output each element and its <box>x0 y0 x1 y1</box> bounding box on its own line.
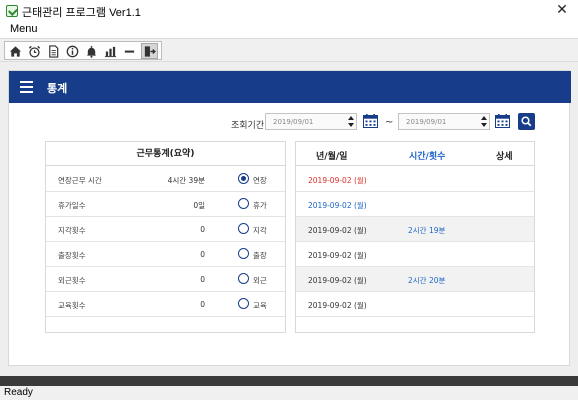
radio-label[interactable]: 휴가 <box>253 200 267 211</box>
status-text: Ready <box>4 387 33 398</box>
column-header-date: 년/월/일 <box>316 152 348 162</box>
summary-label: 연장근무 시간 <box>58 176 102 185</box>
start-date-spinner[interactable] <box>348 115 354 128</box>
minus-icon <box>124 50 135 53</box>
column-header-detail: 상세 <box>496 152 513 162</box>
end-date-spinner[interactable] <box>481 115 487 128</box>
summary-table: 근무통계(요약) 연장근무 시간 4시간 39분 연장 휴가일수 0일 휴가 지… <box>45 141 286 333</box>
radio-label[interactable]: 출장 <box>253 250 267 261</box>
summary-value: 0 <box>200 275 205 284</box>
summary-row: 휴가일수 0일 휴가 <box>46 192 285 217</box>
menu-bar: Menu <box>0 22 578 38</box>
footer-strip <box>0 376 578 386</box>
status-bar: Ready <box>0 376 578 400</box>
radio-late[interactable] <box>238 223 249 234</box>
end-date-picker[interactable]: 2019/09/01 <box>398 113 490 130</box>
detail-table: 년/월/일 시간/횟수 상세 2019-09-02 (월) 2019-09-02… <box>295 141 535 333</box>
summary-row: 연장근무 시간 4시간 39분 연장 <box>46 167 285 192</box>
summary-value: 0 <box>200 300 205 309</box>
period-label: 조회기간 <box>231 121 265 131</box>
document-icon <box>49 44 59 58</box>
summary-label: 휴가일수 <box>58 201 86 210</box>
statistics-button[interactable] <box>102 43 119 59</box>
info-icon <box>66 45 79 57</box>
summary-value: 4시간 39분 <box>167 176 205 185</box>
row-date: 2019-09-02 (월) <box>308 276 367 285</box>
notification-button[interactable] <box>83 43 100 59</box>
alarm-button[interactable] <box>26 43 43 59</box>
search-button[interactable] <box>518 113 535 130</box>
page-title: 통계 <box>47 82 68 95</box>
summary-row: 지각횟수 0 지각 <box>46 217 285 242</box>
exit-button[interactable] <box>141 43 158 59</box>
row-date: 2019-09-02 (월) <box>308 301 367 310</box>
calendar-icon[interactable] <box>363 114 378 128</box>
row-time: 2시간 20분 <box>408 276 446 285</box>
summary-label: 교육횟수 <box>58 301 86 310</box>
table-row[interactable]: 2019-09-02 (월) <box>296 292 534 317</box>
row-date: 2019-09-02 (월) <box>308 251 367 260</box>
exit-icon <box>144 45 156 57</box>
table-row[interactable]: 2019-09-02 (월) <box>296 242 534 267</box>
summary-label: 출장횟수 <box>58 251 86 260</box>
radio-vacation[interactable] <box>238 198 249 209</box>
summary-row: 외근횟수 0 외근 <box>46 267 285 292</box>
summary-row: 교육횟수 0 교육 <box>46 292 285 317</box>
radio-label[interactable]: 연장 <box>253 175 267 186</box>
start-date-value: 2019/09/01 <box>273 118 314 126</box>
detail-header: 년/월/일 시간/횟수 상세 <box>296 142 534 166</box>
column-header-time: 시간/횟수 <box>409 152 446 162</box>
bell-icon <box>86 45 97 58</box>
summary-row: 출장횟수 0 출장 <box>46 242 285 267</box>
statistics-panel: 통계 조회기간 2019/09/01 ~ 2019/09/01 근무통계(요약)… <box>8 70 571 366</box>
main-content: 통계 조회기간 2019/09/01 ~ 2019/09/01 근무통계(요약)… <box>0 62 578 376</box>
minimize-button[interactable] <box>121 43 138 59</box>
start-date-picker[interactable]: 2019/09/01 <box>265 113 357 130</box>
home-button[interactable] <box>7 43 24 59</box>
table-row[interactable]: 2019-09-02 (월) <box>296 192 534 217</box>
toolbar-group <box>4 41 162 60</box>
toolbar <box>0 38 578 62</box>
info-button[interactable] <box>64 43 81 59</box>
app-icon <box>6 5 18 17</box>
search-icon <box>521 116 532 127</box>
date-range-separator: ~ <box>385 117 394 128</box>
table-row[interactable]: 2019-09-02 (월) 2시간 20분 <box>296 267 534 292</box>
alarm-clock-icon <box>28 45 41 58</box>
row-time: 2시간 19분 <box>408 226 446 235</box>
table-row[interactable]: 2019-09-02 (월) 2시간 19분 <box>296 217 534 242</box>
summary-value: 0일 <box>193 201 205 210</box>
summary-label: 외근횟수 <box>58 276 86 285</box>
summary-value: 0 <box>200 250 205 259</box>
row-date: 2019-09-02 (월) <box>308 176 367 185</box>
summary-title: 근무통계(요약) <box>46 142 285 166</box>
bar-chart-icon <box>104 46 117 57</box>
window-title: 근태관리 프로그램 Ver1.1 <box>22 7 141 19</box>
radio-label[interactable]: 지각 <box>253 225 267 236</box>
page-header: 통계 <box>9 71 571 103</box>
summary-label: 지각횟수 <box>58 226 86 235</box>
radio-field-work[interactable] <box>238 273 249 284</box>
radio-label[interactable]: 외근 <box>253 275 267 286</box>
calendar-icon[interactable] <box>495 114 510 128</box>
title-bar: 근태관리 프로그램 Ver1.1 ✕ <box>0 0 578 22</box>
menu-item-menu[interactable]: Menu <box>10 23 38 35</box>
radio-training[interactable] <box>238 298 249 309</box>
radio-business-trip[interactable] <box>238 248 249 259</box>
radio-overtime[interactable] <box>238 173 249 184</box>
end-date-value: 2019/09/01 <box>406 118 447 126</box>
document-button[interactable] <box>45 43 62 59</box>
table-row[interactable]: 2019-09-02 (월) <box>296 167 534 192</box>
summary-value: 0 <box>200 225 205 234</box>
radio-label[interactable]: 교육 <box>253 300 267 311</box>
row-date: 2019-09-02 (월) <box>308 201 367 210</box>
close-button[interactable]: ✕ <box>554 2 570 18</box>
hamburger-menu-icon[interactable] <box>20 81 33 93</box>
home-icon <box>9 45 22 57</box>
row-date: 2019-09-02 (월) <box>308 226 367 235</box>
